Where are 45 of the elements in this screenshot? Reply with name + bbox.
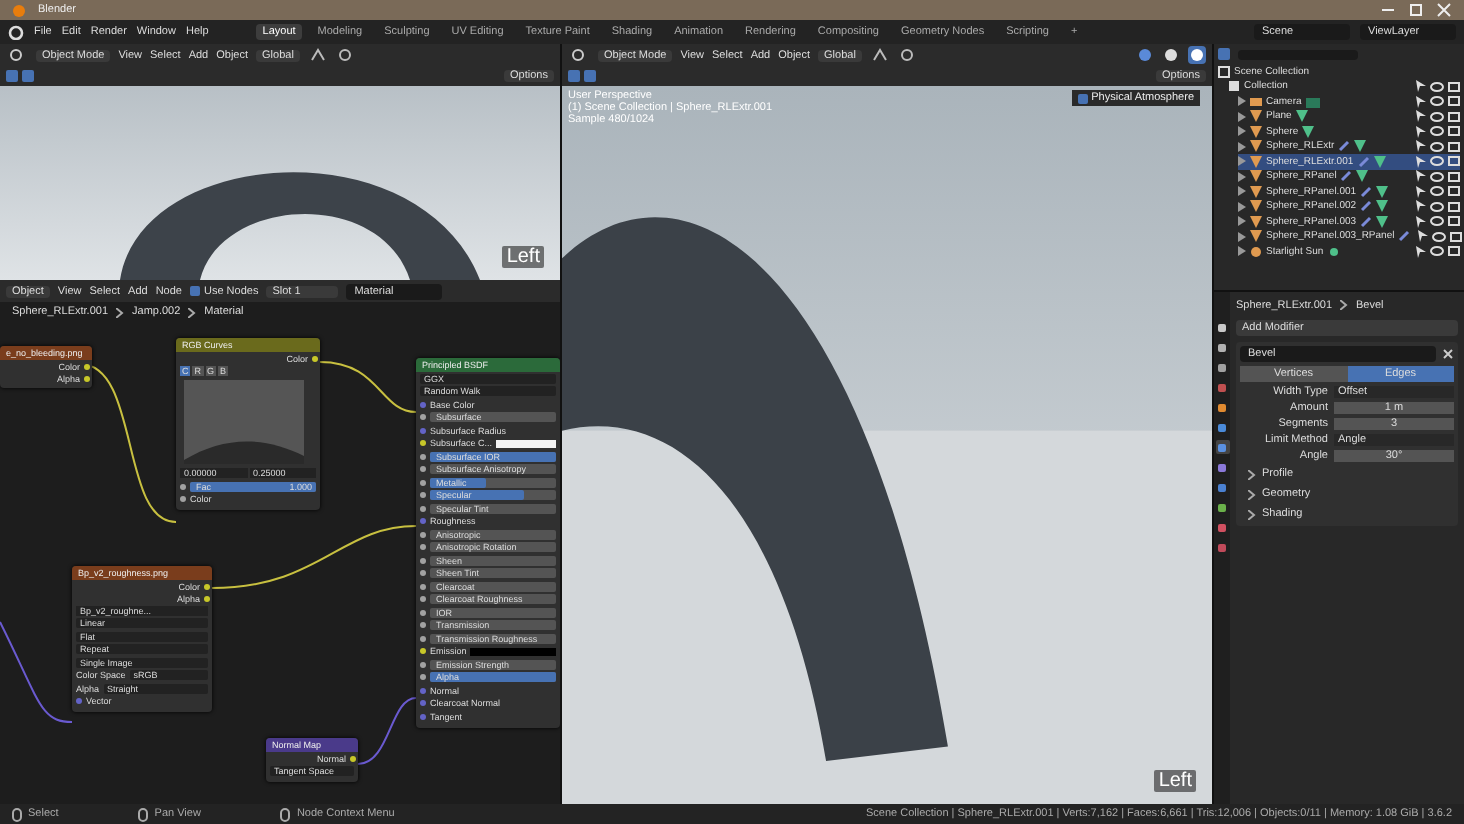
- view-name: Left: [502, 246, 544, 268]
- node-link: [319, 361, 417, 413]
- chevron-icon: [1340, 300, 1349, 310]
- wrench-icon[interactable]: [1360, 200, 1373, 213]
- editor-type-button[interactable]: [568, 46, 590, 64]
- view-name: Left: [1154, 770, 1196, 792]
- maximize-icon[interactable]: [1408, 2, 1424, 18]
- properties-tab[interactable]: [1215, 460, 1229, 474]
- shading-rendered-icon[interactable]: [1188, 46, 1206, 64]
- mouse-icon: [280, 807, 291, 821]
- snap-icon[interactable]: [869, 46, 890, 64]
- chevron-icon: [188, 307, 197, 317]
- properties-tab[interactable]: [1215, 360, 1229, 374]
- shading-solid-icon[interactable]: [1162, 46, 1180, 64]
- properties-tab[interactable]: [1215, 480, 1229, 494]
- chevron-icon: [116, 307, 125, 317]
- proportional-icon[interactable]: [335, 46, 354, 64]
- editor-type-button[interactable]: [6, 46, 28, 64]
- properties-tab[interactable]: [1215, 400, 1229, 414]
- wrench-icon[interactable]: [1340, 170, 1353, 183]
- node-link: [0, 621, 73, 723]
- socket-icon[interactable]: [350, 755, 356, 761]
- wrench-icon[interactable]: [1338, 140, 1351, 153]
- color-swatch[interactable]: [496, 439, 556, 448]
- node-link: [357, 697, 417, 765]
- properties-tab[interactable]: [1215, 320, 1229, 334]
- mouse-icon: [12, 807, 22, 821]
- socket-icon[interactable]: [312, 355, 318, 361]
- proportional-icon[interactable]: [897, 46, 916, 64]
- camera-object-icon: [1250, 95, 1262, 108]
- camera-data-icon[interactable]: [1305, 95, 1320, 108]
- mouse-icon: [138, 807, 149, 821]
- snap-icon[interactable]: [307, 46, 328, 64]
- wrench-icon[interactable]: [1398, 230, 1411, 243]
- properties-tab[interactable]: [1215, 440, 1229, 454]
- close-icon[interactable]: [1442, 348, 1454, 360]
- properties-tab[interactable]: [1215, 420, 1229, 434]
- light-data-icon[interactable]: [1327, 245, 1340, 258]
- wrench-icon[interactable]: [1360, 185, 1373, 198]
- shader-node[interactable]: [416, 358, 560, 727]
- wrench-icon[interactable]: [1360, 215, 1373, 228]
- properties-tab[interactable]: [1215, 340, 1229, 354]
- properties-tab[interactable]: [1215, 500, 1229, 514]
- light-object-icon: [1250, 245, 1262, 258]
- color-swatch[interactable]: [470, 647, 556, 656]
